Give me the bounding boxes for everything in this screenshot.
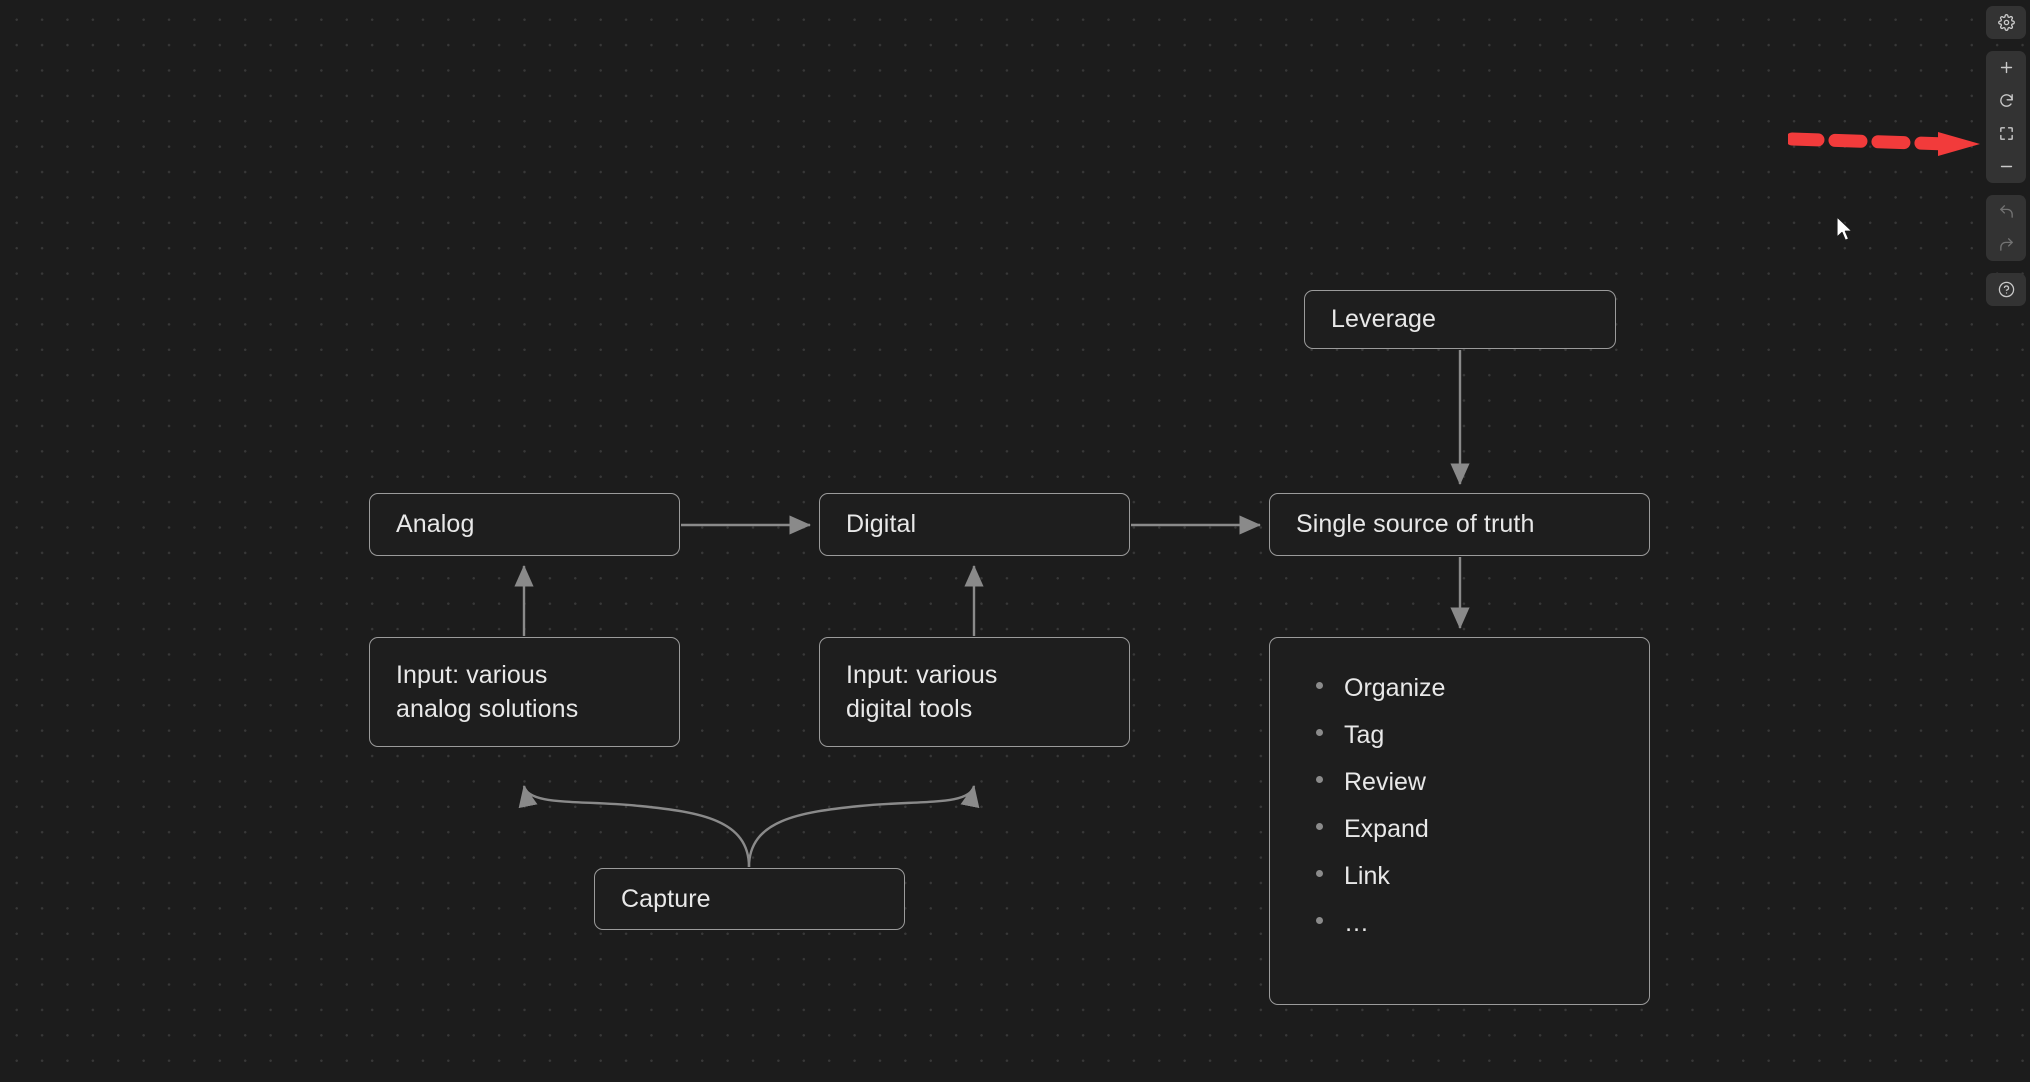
question-circle-icon: [1998, 281, 2014, 298]
list-item-label: Tag: [1344, 721, 1385, 749]
bullet-dot-icon: [1316, 917, 1323, 924]
node-single-source-of-truth-label: Single source of truth: [1296, 510, 1535, 539]
node-actions-list[interactable]: Organize Tag Review Expand Link …: [1269, 637, 1650, 1005]
help-button[interactable]: [1986, 273, 2026, 306]
canvas-toolbar: [1986, 6, 2026, 306]
bullet-dot-icon: [1316, 729, 1323, 736]
settings-button[interactable]: [1986, 6, 2026, 39]
toolbar-group-zoom: [1986, 51, 2026, 183]
list-item-label: …: [1344, 909, 1369, 937]
node-leverage[interactable]: Leverage: [1304, 290, 1616, 349]
node-input-analog-label: Input: various analog solutions: [396, 660, 579, 724]
node-leverage-label: Leverage: [1331, 305, 1437, 334]
fit-screen-icon: [1999, 127, 2013, 140]
node-capture-label: Capture: [621, 884, 711, 913]
undo-button[interactable]: [1986, 195, 2026, 228]
node-analog[interactable]: Analog: [369, 493, 680, 556]
zoom-out-button[interactable]: [1986, 150, 2026, 183]
toolbar-group-help: [1986, 273, 2026, 306]
redo-button[interactable]: [1986, 228, 2026, 261]
node-input-analog[interactable]: Input: various analog solutions: [369, 637, 680, 747]
node-analog-label: Analog: [396, 510, 475, 539]
list-item[interactable]: Tag: [1316, 721, 1649, 768]
list-item[interactable]: Organize: [1316, 674, 1649, 721]
undo-icon: [1999, 205, 2013, 218]
node-single-source-of-truth[interactable]: Single source of truth: [1269, 493, 1650, 556]
node-digital-label: Digital: [846, 510, 917, 539]
minus-icon: [2000, 165, 2012, 168]
list-item[interactable]: Expand: [1316, 815, 1649, 862]
node-input-digital-label: Input: various digital tools: [846, 660, 998, 724]
list-item-label: Review: [1344, 768, 1426, 796]
fit-to-view-button[interactable]: [1986, 117, 2026, 150]
list-item-label: Expand: [1344, 815, 1429, 843]
gear-icon: [1997, 14, 2015, 31]
toolbar-group-history: [1986, 195, 2026, 261]
node-input-digital[interactable]: Input: various digital tools: [819, 637, 1130, 747]
reset-zoom-button[interactable]: [1986, 84, 2026, 117]
node-digital[interactable]: Digital: [819, 493, 1130, 556]
zoom-in-button[interactable]: [1986, 51, 2026, 84]
bullet-dot-icon: [1316, 870, 1323, 877]
bullet-dot-icon: [1316, 682, 1323, 689]
list-item[interactable]: …: [1316, 909, 1649, 956]
node-capture[interactable]: Capture: [594, 868, 905, 930]
list-item[interactable]: Link: [1316, 862, 1649, 909]
refresh-icon: [1999, 94, 2013, 107]
list-item[interactable]: Review: [1316, 768, 1649, 815]
plus-icon: [2000, 61, 2012, 74]
canvas-app: Leverage Analog Digital Single source of…: [0, 0, 2030, 1082]
toolbar-group-settings: [1986, 6, 2026, 39]
redo-icon: [1999, 238, 2013, 251]
list-item-label: Organize: [1344, 674, 1446, 702]
list-item-label: Link: [1344, 862, 1390, 890]
bullet-dot-icon: [1316, 823, 1323, 830]
bullet-dot-icon: [1316, 776, 1323, 783]
